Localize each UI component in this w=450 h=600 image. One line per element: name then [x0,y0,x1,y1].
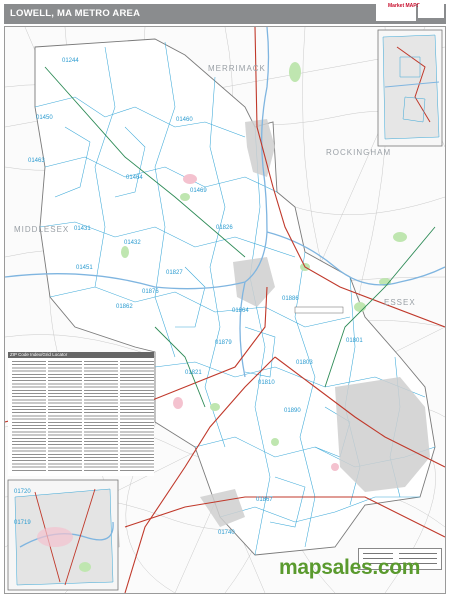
map-page: LOWELL, MA METRO AREA Market MAPS MERRIM… [0,0,450,600]
zip-label: 01826 [216,225,233,231]
index-column [12,361,46,473]
zip-label: 01890 [284,408,301,414]
place-label-rockingham: ROCKINGHAM [326,148,392,157]
zip-label: 01432 [124,240,141,246]
index-column [84,361,118,473]
zip-label: 01886 [282,296,299,302]
zip-label: 01879 [215,340,232,346]
zip-label: 01810 [258,380,275,386]
logo-text: Market MAPS [388,3,420,9]
zip-label: 01876 [142,289,159,295]
zip-label: 01469 [190,188,207,194]
index-column [120,361,154,473]
scale-bar [418,4,444,18]
map-canvas[interactable] [5,27,445,593]
zip-label: 01867 [256,497,273,503]
zip-label: 01720 [14,489,31,495]
zip-label: 01803 [296,360,313,366]
mapsales-brand[interactable]: mapsales.com [279,556,420,580]
zip-label: 01864 [232,308,249,314]
zip-label: 01431 [74,226,91,232]
zip-label: 01464 [126,175,143,181]
zip-label: 01821 [185,370,202,376]
zip-label: 01450 [36,115,53,121]
zip-label: 01460 [176,117,193,123]
zip-label: 01827 [166,270,183,276]
place-label-essex: ESSEX [384,298,416,307]
zip-label: 01740 [218,530,235,536]
map-title: LOWELL, MA METRO AREA [10,8,141,19]
place-label-merrimack: MERRIMACK [208,64,266,73]
zip-label: 01451 [76,265,93,271]
zip-label: 01801 [346,338,363,344]
place-label-middlesex: MIDDLESEX [14,225,70,234]
zip-label: 01719 [14,520,31,526]
zip-label: 01862 [116,304,133,310]
zip-label: 01463 [28,158,45,164]
index-column [48,361,82,473]
zip-label: 01244 [62,58,79,64]
